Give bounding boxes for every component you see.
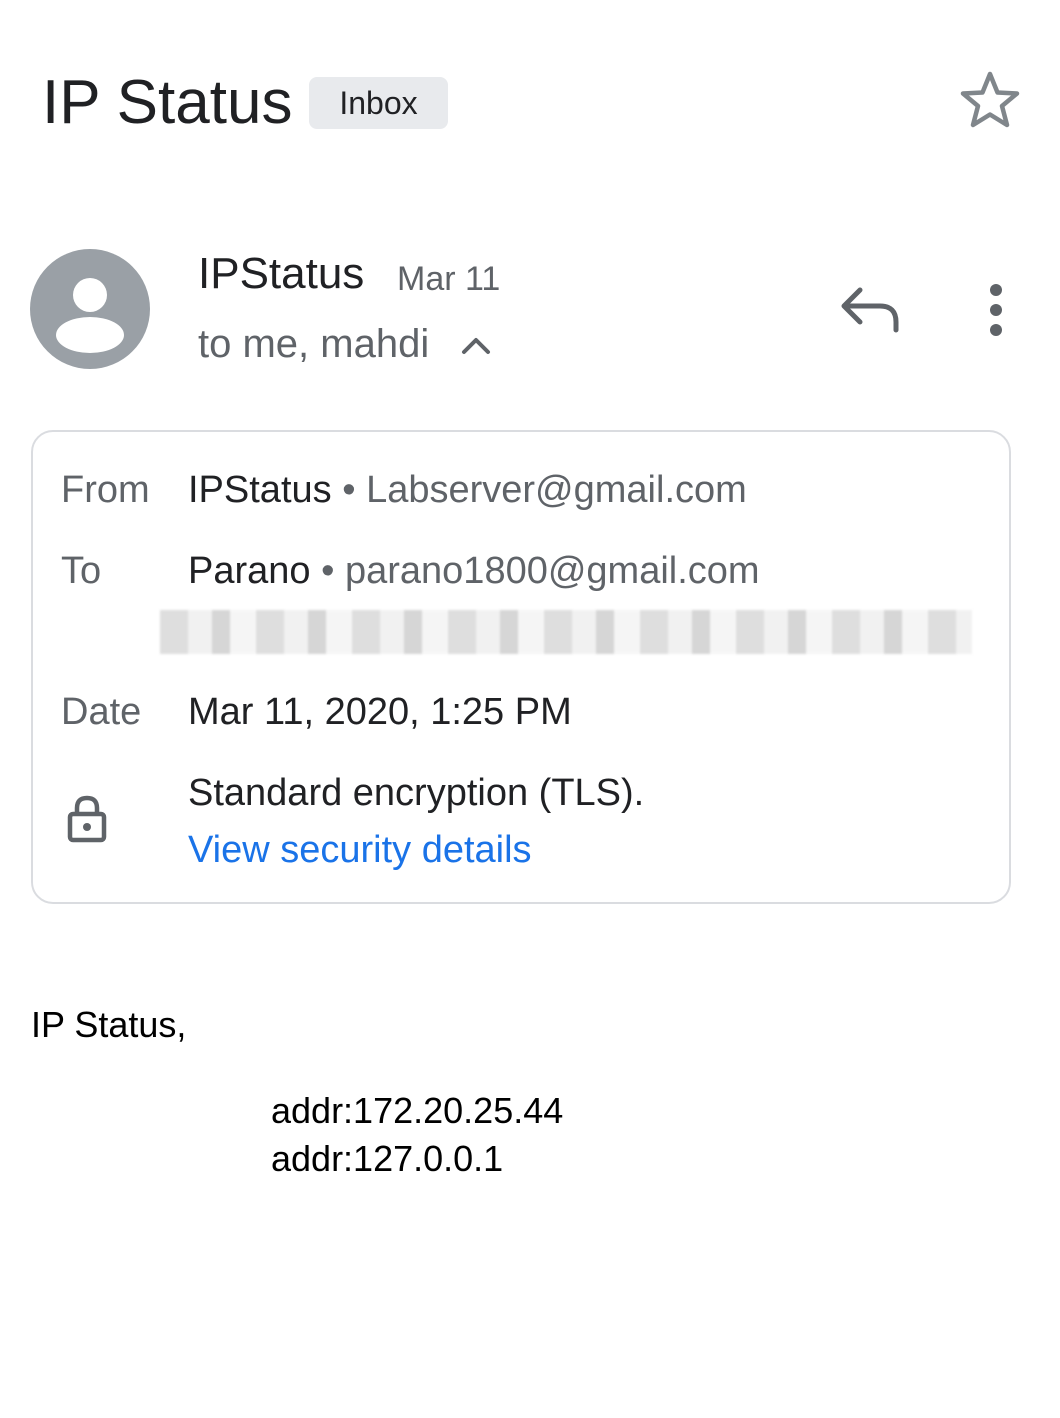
sender-avatar[interactable]: [30, 249, 150, 369]
from-value: IPStatus • Labserver@gmail.com: [188, 466, 747, 514]
date-value: Mar 11, 2020, 1:25 PM: [188, 691, 572, 733]
view-security-details-link[interactable]: View security details: [188, 826, 532, 874]
from-separator: •: [342, 469, 356, 511]
person-avatar-icon: [56, 278, 124, 353]
from-label: From: [61, 469, 150, 511]
reply-icon[interactable]: [836, 282, 904, 338]
security-text: Standard encryption (TLS).: [188, 772, 645, 814]
chevron-up-icon[interactable]: [458, 330, 494, 360]
to-value: Parano • parano1800@gmail.com: [188, 547, 760, 595]
to-label: To: [61, 550, 102, 592]
star-icon[interactable]: [958, 68, 1022, 132]
lock-icon: [66, 794, 108, 844]
redacted-recipient: [160, 610, 972, 654]
body-line: addr:127.0.0.1: [271, 1138, 504, 1179]
email-subject: IP Status: [42, 68, 293, 137]
body-line: addr:172.20.25.44: [271, 1090, 564, 1131]
more-vert-icon[interactable]: [974, 280, 1018, 340]
inbox-label-chip[interactable]: Inbox: [309, 77, 448, 129]
to-email[interactable]: parano1800@gmail.com: [345, 550, 760, 592]
message-date: Mar 11: [397, 260, 501, 298]
from-email[interactable]: Labserver@gmail.com: [366, 469, 747, 511]
sender-name: IPStatus: [198, 249, 365, 298]
body-greeting: IP Status,: [31, 1004, 187, 1045]
to-name: Parano: [188, 550, 311, 592]
from-name: IPStatus: [188, 469, 332, 511]
recipients-summary[interactable]: to me, mahdi: [198, 318, 429, 370]
date-label: Date: [61, 691, 142, 733]
to-separator: •: [321, 550, 335, 592]
